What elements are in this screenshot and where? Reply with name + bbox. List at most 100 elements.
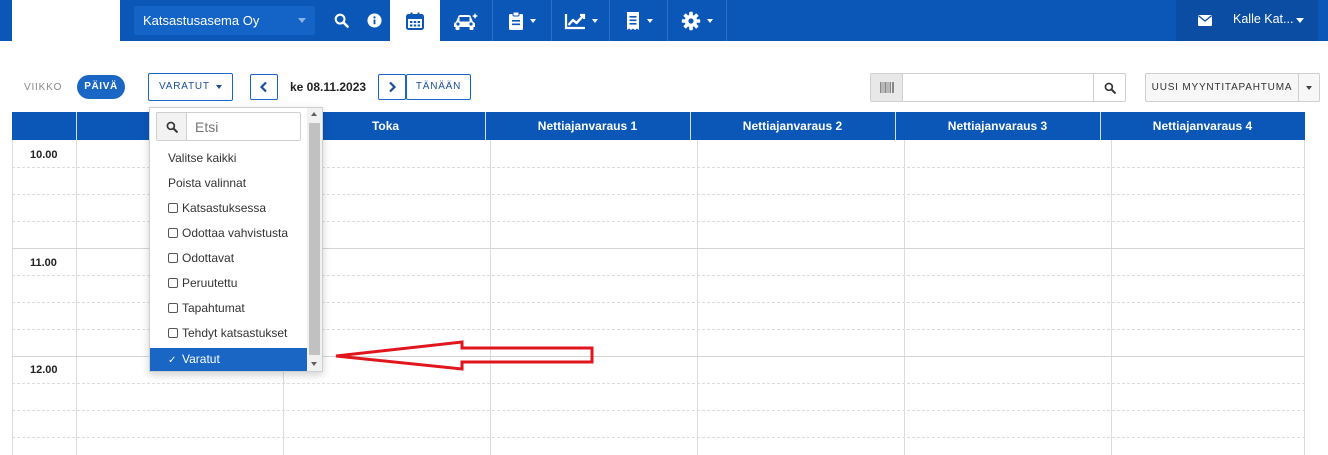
chevron-down-icon (216, 85, 222, 89)
grid-line (12, 383, 1305, 384)
grid-line (1111, 140, 1112, 455)
checkbox[interactable] (168, 253, 178, 263)
receipt-icon (626, 11, 639, 30)
column-divider (895, 112, 896, 140)
next-day-button[interactable] (378, 74, 406, 100)
status-filter-label: VARATUT (159, 81, 210, 92)
search-icon (1104, 82, 1116, 94)
search-icon (334, 13, 349, 28)
logo[interactable] (12, 0, 120, 41)
chevron-down-icon (1296, 18, 1304, 23)
new-sale-options-button[interactable] (1298, 73, 1320, 102)
time-label: 10.00 (30, 149, 58, 161)
reports-nav-button[interactable] (552, 0, 609, 41)
chevron-down-icon (646, 18, 653, 23)
booking-search-input[interactable] (904, 74, 1094, 101)
barcode-scan-button[interactable] (871, 74, 903, 101)
checkbox[interactable] (168, 328, 178, 338)
booking-search-button[interactable] (1093, 74, 1125, 101)
current-date: ke 08.11.2023 (290, 80, 367, 94)
filter-option[interactable]: Odottavat (150, 247, 307, 270)
station-select[interactable]: Katsastusasema Oy (134, 6, 315, 35)
filter-option-label: Peruutettu (182, 276, 238, 290)
car-icon (454, 12, 478, 30)
clear-selection-option[interactable]: Poista valinnat (150, 172, 307, 195)
app-root: Katsastusasema Oy Kalle Kat... VIIKKO PÄ… (0, 0, 1328, 455)
tasks-nav-button[interactable] (493, 0, 551, 41)
barcode-icon (879, 82, 894, 93)
top-navigation-bar: Katsastusasema Oy Kalle Kat... (0, 0, 1328, 41)
filter-option[interactable]: Tehdyt katsastukset (150, 322, 307, 345)
nav-separator (726, 0, 727, 41)
today-button[interactable]: TÄNÄÄN (406, 74, 471, 100)
chevron-down-icon (591, 18, 598, 23)
status-filter-dropdown[interactable]: VARATUT (148, 73, 233, 101)
chevron-down-icon (298, 18, 306, 23)
booking-search (870, 73, 1126, 102)
checkmark-icon: ✓ (168, 355, 177, 366)
chevron-down-icon (1306, 86, 1312, 90)
info-icon (366, 13, 382, 28)
scroll-down-arrow-icon[interactable] (311, 362, 317, 366)
filter-option[interactable]: Katsastuksessa (150, 197, 307, 220)
chevron-down-icon (707, 18, 713, 23)
mail-icon (1198, 15, 1212, 26)
filter-option-label: Odottaa vahvistusta (182, 226, 289, 240)
filter-option[interactable]: Odottaa vahvistusta (150, 222, 307, 245)
settings-nav-button[interactable] (668, 0, 726, 41)
previous-day-button[interactable] (250, 74, 278, 100)
new-sale-button[interactable]: UUSI MYYNTITAPAHTUMA (1145, 73, 1299, 102)
select-all-option[interactable]: Valitse kaikki (150, 147, 307, 170)
gear-icon (681, 11, 701, 30)
view-week-toggle[interactable]: VIIKKO (24, 82, 62, 93)
column-divider (485, 112, 486, 140)
grid-line (490, 140, 491, 455)
calendar-nav-button[interactable] (390, 0, 440, 41)
checkbox[interactable] (168, 278, 178, 288)
chevron-down-icon (530, 18, 536, 23)
view-day-toggle[interactable]: PÄIVÄ (77, 75, 125, 99)
column-divider (690, 112, 691, 140)
grid-line (12, 140, 13, 455)
scrollbar-thumb[interactable] (309, 123, 320, 355)
column-divider (76, 112, 77, 140)
grid-line (12, 437, 1305, 438)
grid-line (12, 410, 1305, 411)
column-header: Nettiajanvaraus 1 (537, 119, 638, 133)
filter-search-input[interactable] (195, 119, 295, 135)
column-header: Nettiajanvaraus 4 (1152, 119, 1253, 133)
filter-search-button[interactable] (157, 113, 187, 140)
invoices-nav-button[interactable] (610, 0, 667, 41)
clipboard-icon (509, 11, 523, 30)
grid-line (904, 140, 905, 455)
info-nav-button[interactable] (361, 0, 387, 41)
chart-icon (564, 13, 585, 29)
checkbox[interactable] (168, 228, 178, 238)
user-menu[interactable]: Kalle Kat... (1176, 0, 1318, 41)
filter-option-label: Varatut (182, 352, 220, 366)
time-label: 12.00 (30, 364, 58, 376)
dropdown-scrollbar[interactable] (307, 108, 322, 371)
column-divider (1100, 112, 1101, 140)
status-filter-menu: Valitse kaikki Poista valinnat Katsastuk… (149, 107, 323, 372)
station-select-value: Katsastusasema Oy (143, 13, 260, 28)
filter-option-label: Tapahtumat (182, 301, 245, 315)
calendar-icon (406, 12, 424, 30)
search-icon (166, 121, 178, 133)
chevron-right-icon (389, 81, 397, 93)
checkbox[interactable] (168, 203, 178, 213)
filter-option-label: Odottavat (182, 251, 235, 265)
grid-line (697, 140, 698, 455)
filter-option[interactable]: Tapahtumat (150, 297, 307, 320)
filter-option[interactable]: Peruutettu (150, 272, 307, 295)
checkbox[interactable] (168, 303, 178, 313)
vehicles-nav-button[interactable] (440, 0, 492, 41)
search-nav-button[interactable] (326, 0, 356, 41)
chevron-left-icon (259, 81, 267, 93)
user-name: Kalle Kat... (1233, 12, 1294, 26)
column-header: Nettiajanvaraus 2 (742, 119, 843, 133)
scroll-up-arrow-icon[interactable] (311, 112, 317, 116)
filter-option-selected[interactable]: ✓ Varatut (150, 348, 307, 371)
filter-option-label: Tehdyt katsastukset (182, 326, 288, 340)
column-header: Nettiajanvaraus 3 (947, 119, 1048, 133)
